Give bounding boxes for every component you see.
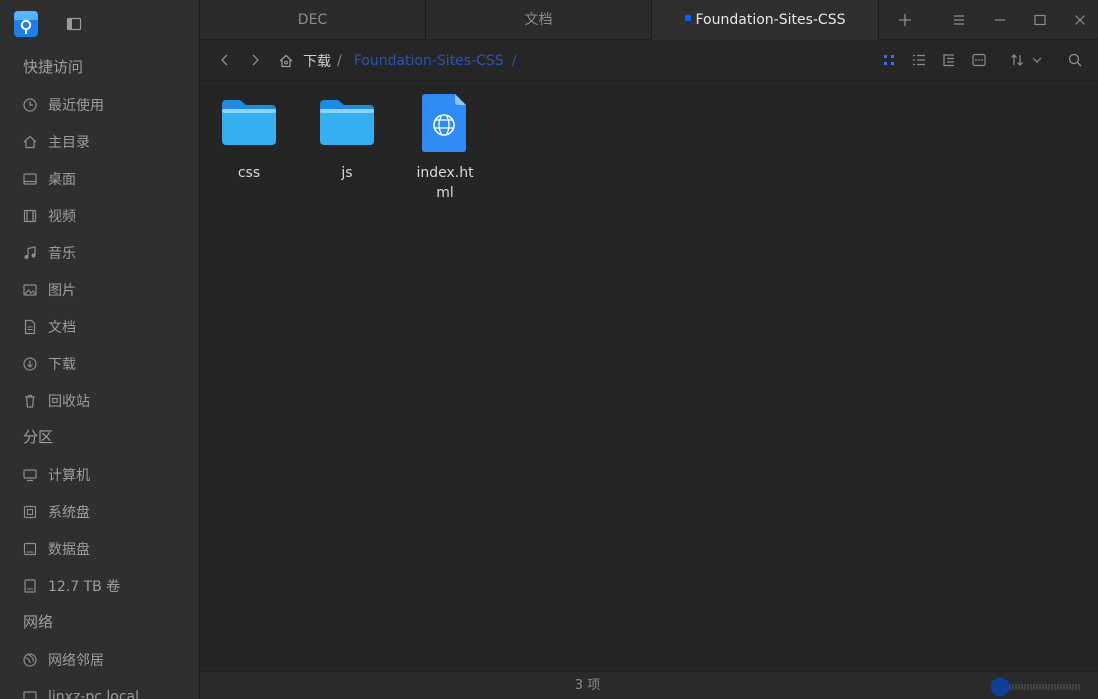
sidebar-item-volume[interactable]: 12.7 TB 卷 [0, 567, 199, 604]
folder-icon [222, 100, 276, 145]
breadcrumb-separator: / [337, 52, 342, 69]
minimize-icon[interactable] [992, 12, 1008, 28]
sidebar-item-label: 文档 [48, 319, 76, 336]
desktop-icon [23, 172, 37, 185]
tab-bar: DEC 文档 Foundation-Sites-CSS [200, 0, 1098, 40]
search-icon[interactable] [1067, 52, 1083, 68]
sidebar-item-network-neighborhood[interactable]: 网络邻居 [0, 641, 199, 678]
file-item-folder-css[interactable]: css [214, 97, 284, 183]
sidebar-item-remote-host[interactable]: linxz-pc.local [0, 678, 199, 699]
breadcrumb-separator: / [511, 52, 517, 69]
back-icon[interactable] [217, 52, 233, 68]
clock-icon [23, 97, 37, 112]
tab-documents[interactable]: 文档 [426, 0, 652, 40]
sidebar-item-desktop[interactable]: 桌面 [0, 160, 199, 197]
tab-label: Foundation-Sites-CSS [695, 12, 846, 28]
file-view[interactable]: css js index.html [200, 81, 1098, 671]
sidebar-item-music[interactable]: 音乐 [0, 234, 199, 271]
document-icon [24, 319, 36, 334]
sidebar-item-system-disk[interactable]: 系统盘 [0, 493, 199, 530]
computer-icon [23, 690, 37, 699]
file-name: index.html [416, 165, 474, 201]
sidebar-group-network: 网络 [23, 613, 54, 631]
tab-dec[interactable]: DEC [200, 0, 426, 40]
sidebar-item-label: 音乐 [48, 245, 76, 262]
file-item-folder-js[interactable]: js [312, 97, 382, 183]
sidebar-item-label: 主目录 [48, 134, 90, 151]
breadcrumb-item-downloads[interactable]: 下载 [303, 51, 331, 71]
sidebar-item-pictures[interactable]: 图片 [0, 271, 199, 308]
sidebar-item-label: 桌面 [48, 171, 76, 188]
item-count: 3 项 [574, 678, 601, 693]
sidebar-item-recent[interactable]: 最近使用 [0, 86, 199, 123]
sidebar-item-documents[interactable]: 文档 [0, 308, 199, 345]
video-icon [23, 209, 37, 222]
home-icon[interactable] [278, 53, 294, 69]
tab-label: DEC [297, 12, 328, 28]
computer-icon [23, 468, 37, 481]
sidebar-item-label: 最近使用 [48, 97, 104, 114]
sidebar-item-label: linxz-pc.local [48, 688, 139, 699]
breadcrumb-item-current[interactable]: Foundation-Sites-CSS [354, 53, 504, 69]
tree-view-icon[interactable] [941, 52, 957, 68]
close-icon[interactable] [1072, 12, 1088, 28]
sidebar-item-label: 12.7 TB 卷 [48, 578, 121, 595]
sidebar-item-label: 数据盘 [48, 541, 90, 558]
file-name: js [341, 165, 353, 181]
sidebar-item-home[interactable]: 主目录 [0, 123, 199, 160]
icon-view-icon[interactable] [881, 52, 897, 68]
sidebar-item-label: 视频 [48, 208, 76, 225]
picture-icon [23, 283, 37, 296]
chevron-down-icon[interactable] [1029, 52, 1045, 68]
sidebar: 快捷访问 最近使用 主目录 桌面 视频 音乐 图片 文档 下载 回收站 分区 计… [0, 0, 200, 699]
sidebar-item-label: 下载 [48, 356, 76, 373]
download-icon [23, 356, 37, 371]
zoom-slider-handle [990, 677, 1010, 697]
sidebar-item-videos[interactable]: 视频 [0, 197, 199, 234]
sidebar-toggle-icon[interactable] [66, 16, 82, 32]
music-icon [24, 245, 36, 259]
file-manager-logo-icon[interactable] [13, 10, 39, 38]
maximize-icon[interactable] [1032, 12, 1048, 28]
new-tab-icon[interactable] [897, 12, 913, 28]
tab-foundation-sites-css[interactable]: Foundation-Sites-CSS [652, 0, 879, 40]
file-name: css [237, 165, 261, 181]
disk-icon [23, 505, 37, 518]
sidebar-item-downloads[interactable]: 下载 [0, 345, 199, 382]
html-file-icon [422, 94, 466, 152]
menu-icon[interactable] [951, 12, 967, 28]
home-icon [23, 135, 37, 148]
sidebar-group-partitions: 分区 [23, 428, 54, 446]
disk-icon [23, 542, 37, 555]
sidebar-item-label: 计算机 [48, 467, 90, 484]
tab-label: 文档 [524, 12, 553, 28]
breadcrumb: 下载 / Foundation-Sites-CSS / [278, 40, 516, 81]
toolbar: 下载 / Foundation-Sites-CSS / [200, 40, 1098, 81]
sidebar-item-label: 图片 [48, 282, 76, 299]
forward-icon[interactable] [247, 52, 263, 68]
zoom-slider[interactable] [990, 677, 1082, 697]
sidebar-item-trash[interactable]: 回收站 [0, 382, 199, 419]
sidebar-item-data-disk[interactable]: 数据盘 [0, 530, 199, 567]
drive-icon [24, 578, 36, 593]
sidebar-item-label: 网络邻居 [48, 652, 104, 669]
file-manager-window: 快捷访问 最近使用 主目录 桌面 视频 音乐 图片 文档 下载 回收站 分区 计… [0, 0, 1098, 699]
network-icon [23, 652, 37, 667]
sidebar-list: 快捷访问 最近使用 主目录 桌面 视频 音乐 图片 文档 下载 回收站 分区 计… [0, 49, 199, 699]
folder-icon [320, 100, 374, 145]
sidebar-item-label: 回收站 [48, 393, 90, 410]
more-options-icon[interactable] [971, 52, 987, 68]
active-tab-indicator [684, 15, 691, 21]
file-item-index-html[interactable]: index.html [410, 94, 480, 203]
sidebar-item-label: 系统盘 [48, 504, 90, 521]
sort-icon[interactable] [1009, 52, 1025, 68]
status-bar: 3 项 [200, 671, 1098, 699]
trash-icon [25, 394, 35, 408]
list-view-icon[interactable] [911, 52, 927, 68]
sidebar-item-computer[interactable]: 计算机 [0, 456, 199, 493]
sidebar-group-quick-access: 快捷访问 [23, 58, 84, 76]
